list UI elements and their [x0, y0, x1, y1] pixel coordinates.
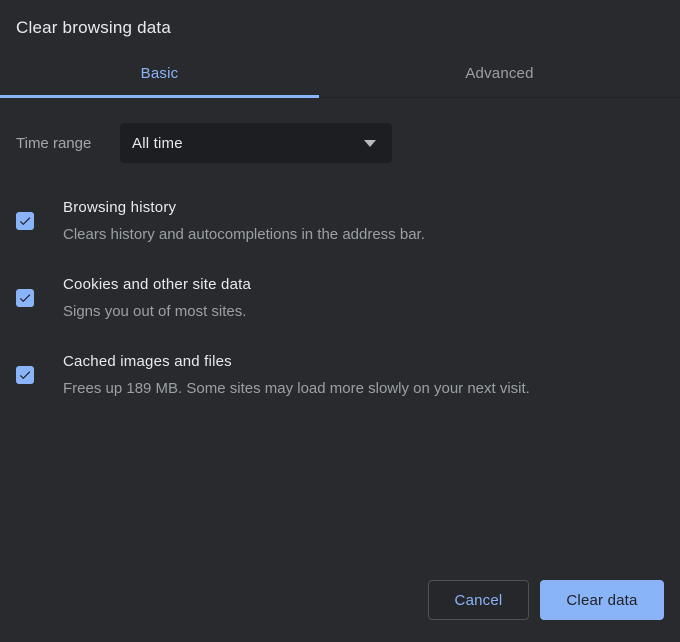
time-range-row: Time range All time: [16, 123, 664, 163]
checkbox-description: Signs you out of most sites.: [63, 301, 251, 322]
tab-basic-label: Basic: [141, 65, 179, 82]
row-text: Browsing history Clears history and auto…: [63, 197, 425, 245]
dialog-title: Clear browsing data: [16, 17, 664, 39]
row-text: Cookies and other site data Signs you ou…: [63, 274, 251, 322]
dialog-header: Clear browsing data: [0, 0, 680, 46]
checkbox-list: Browsing history Clears history and auto…: [16, 197, 664, 399]
cookies-checkbox[interactable]: [16, 289, 34, 307]
time-range-select[interactable]: All time: [120, 123, 392, 163]
tab-advanced[interactable]: Advanced: [319, 46, 680, 98]
tab-advanced-label: Advanced: [465, 65, 533, 82]
time-range-label: Time range: [16, 135, 120, 152]
browsing-history-checkbox[interactable]: [16, 212, 34, 230]
time-range-selected-value: All time: [132, 135, 183, 152]
cached-images-checkbox[interactable]: [16, 366, 34, 384]
row-browsing-history: Browsing history Clears history and auto…: [16, 197, 664, 245]
dialog-footer: Cancel Clear data: [428, 580, 664, 620]
checkbox-label: Browsing history: [63, 197, 425, 218]
row-text: Cached images and files Frees up 189 MB.…: [63, 351, 530, 399]
tab-basic[interactable]: Basic: [0, 46, 319, 98]
clear-browsing-data-dialog: Clear browsing data Basic Advanced Time …: [0, 0, 680, 642]
clear-data-button[interactable]: Clear data: [540, 580, 664, 620]
row-cookies: Cookies and other site data Signs you ou…: [16, 274, 664, 322]
chevron-down-icon: [364, 140, 376, 147]
checkbox-label: Cookies and other site data: [63, 274, 251, 295]
row-cached-images: Cached images and files Frees up 189 MB.…: [16, 351, 664, 399]
checkmark-icon: [18, 368, 32, 382]
checkbox-label: Cached images and files: [63, 351, 530, 372]
cancel-button[interactable]: Cancel: [428, 580, 529, 620]
checkbox-description: Frees up 189 MB. Some sites may load mor…: [63, 378, 530, 399]
checkmark-icon: [18, 291, 32, 305]
checkbox-description: Clears history and autocompletions in th…: [63, 224, 425, 245]
checkmark-icon: [18, 214, 32, 228]
tab-strip: Basic Advanced: [0, 46, 680, 98]
